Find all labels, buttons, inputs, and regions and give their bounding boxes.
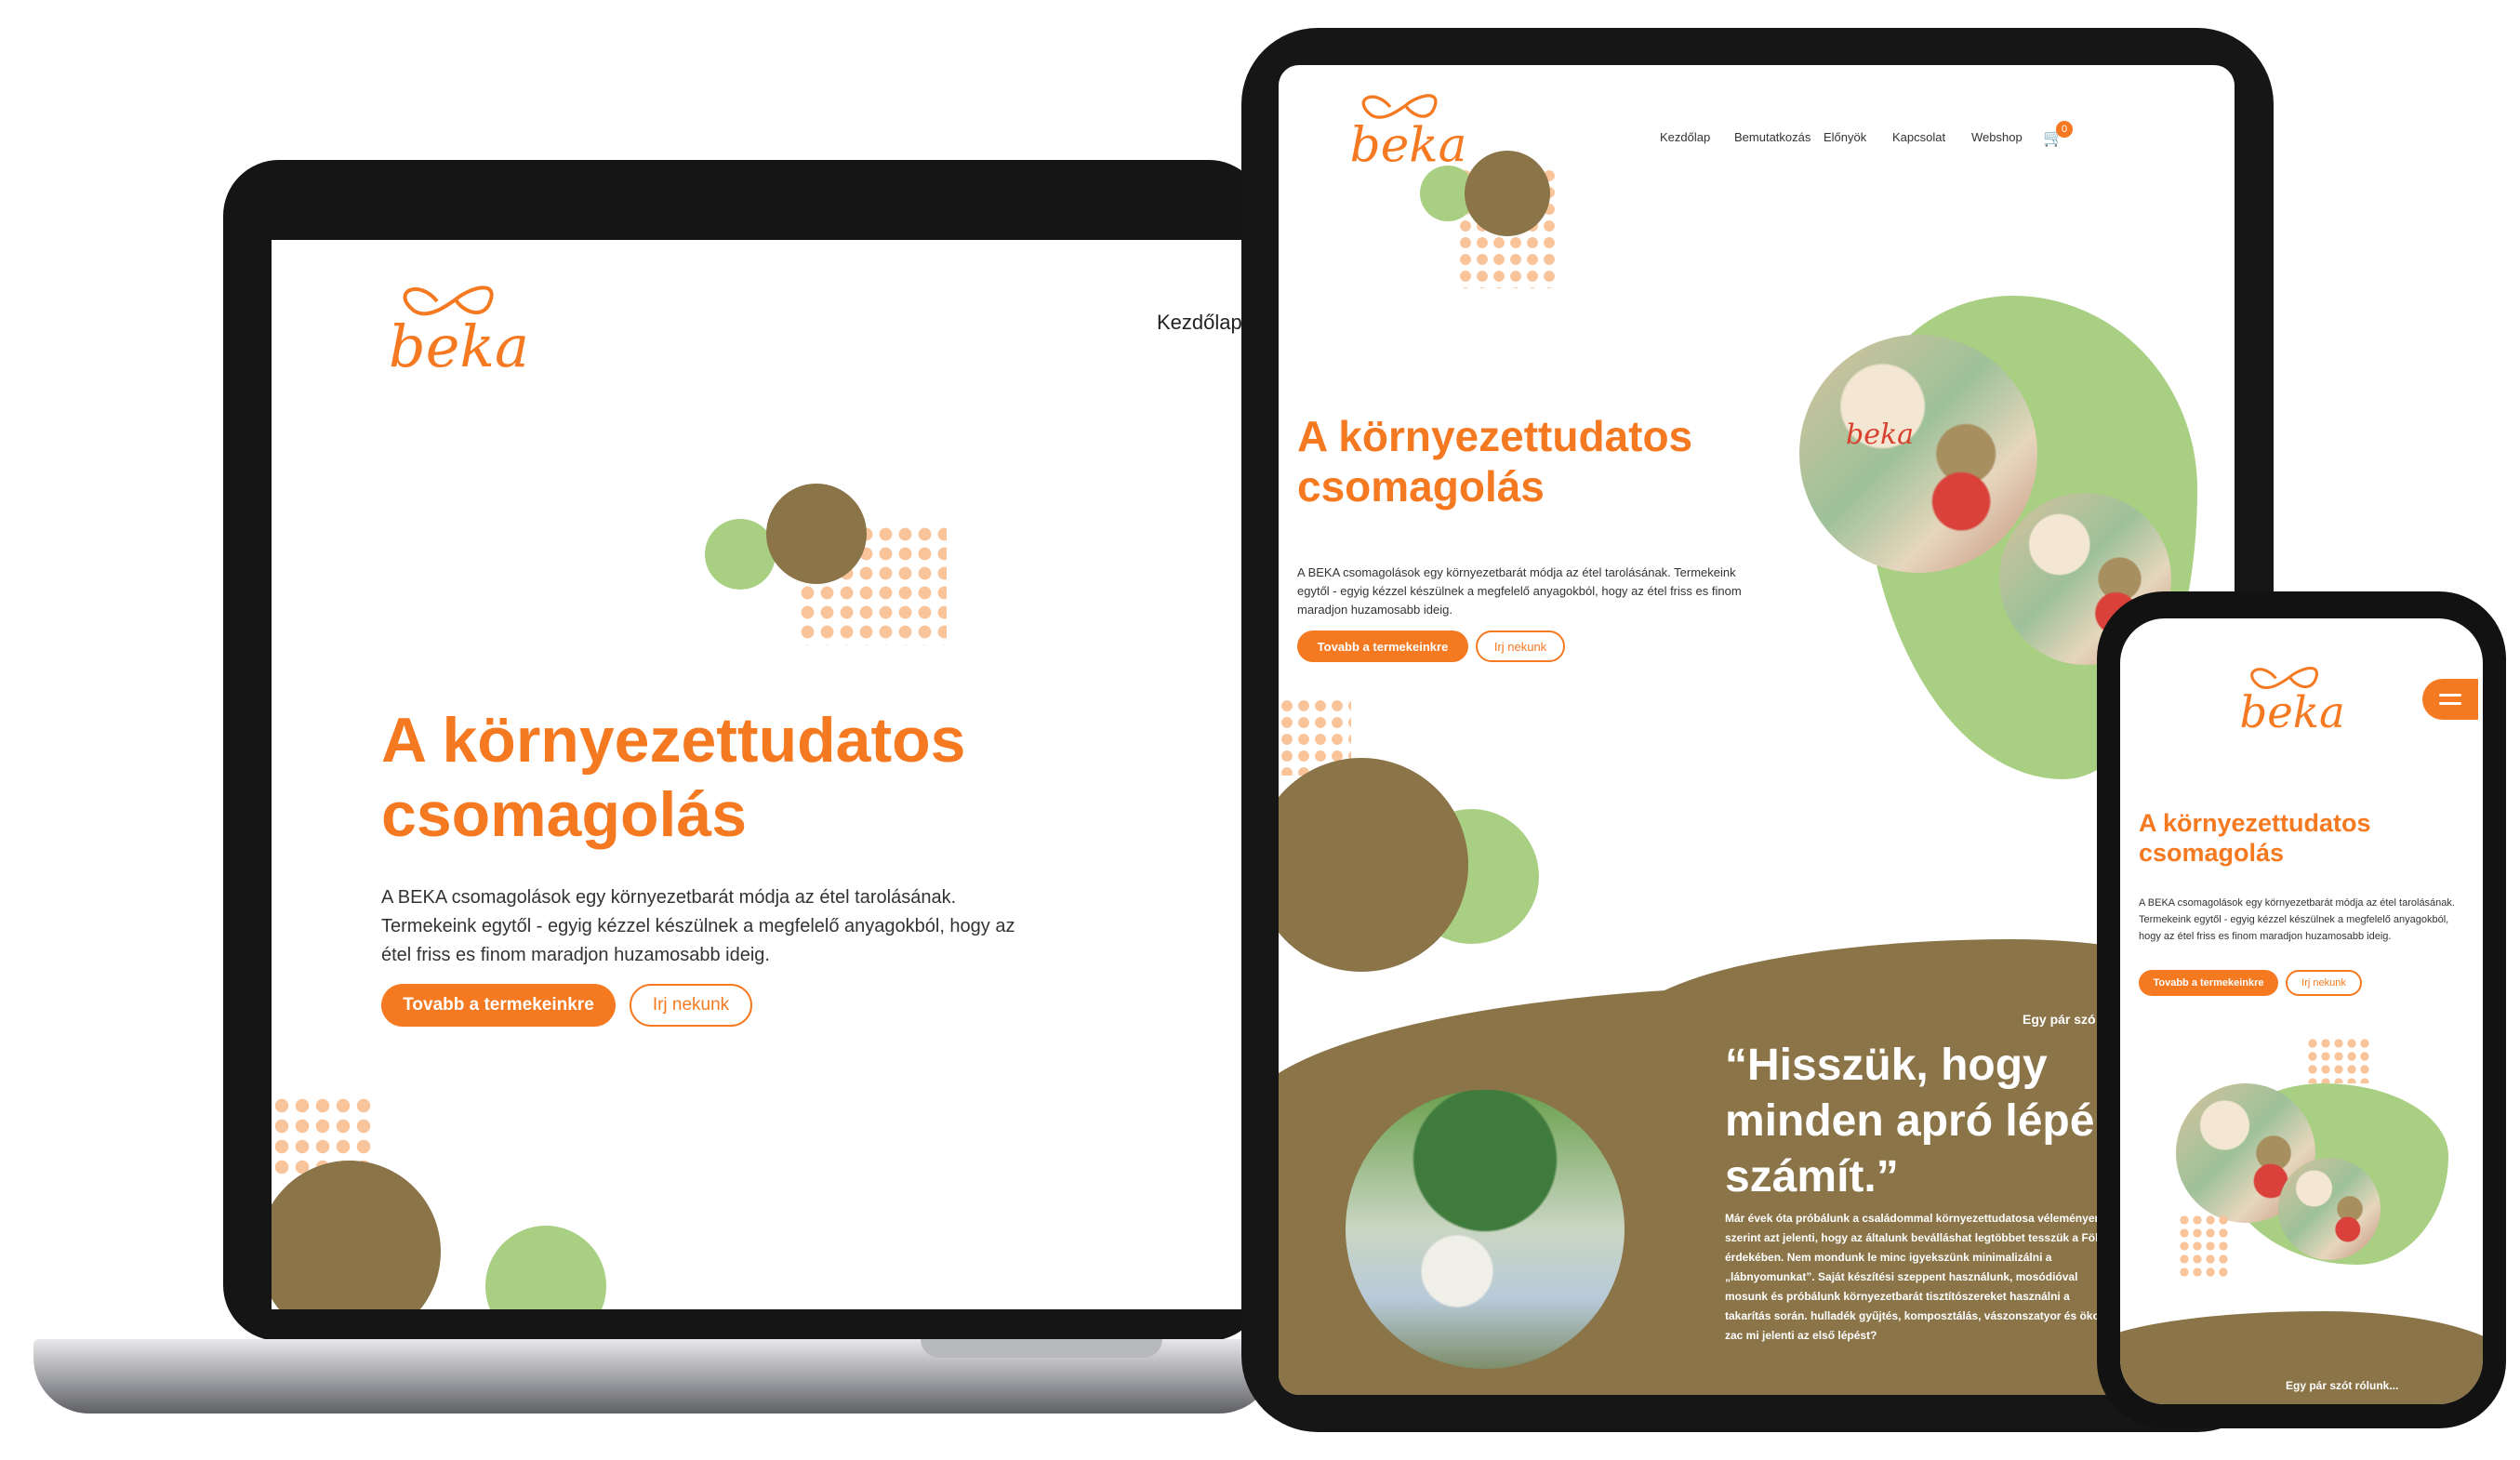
beka-logo[interactable]: beka [2232,657,2362,741]
nav-item-webshop[interactable]: Webshop [1971,130,2023,144]
beka-logo[interactable]: beka [381,273,549,385]
nav-item-home[interactable]: Kezdőlap [1157,311,1242,335]
about-label: Egy pár szót rólunk... [2286,1379,2399,1392]
decor-brown-circle [1465,151,1550,236]
menu-icon[interactable] [2422,679,2478,720]
nav-item-home[interactable]: Kezdőlap [1660,130,1710,144]
beka-logo[interactable]: beka [1344,84,1483,177]
decor-green-circle [705,519,776,590]
hero-description: A BEKA csomagolások egy környezetbarát m… [381,887,1015,965]
decor-dots [2306,1037,2371,1083]
nav-item-benefits[interactable]: Előnyök [1824,130,1866,144]
decor-brown-circle [766,484,867,584]
decor-green-circle-bottom [485,1226,606,1309]
beka-logo-icon: beka [2240,667,2345,737]
about-quote: “Hisszük, hogy minden apró lépé számít.” [1725,1041,2095,1201]
beka-logo-icon: beka [1350,94,1466,173]
decor-brown-circle-left [1279,758,1468,972]
products-button[interactable]: Tovabb a termekeinkre [1297,630,1468,662]
hero-description: A BEKA csomagolások egy környezetbarát m… [1297,565,1742,617]
nav-item-contact[interactable]: Kapcsolat [1892,130,1945,144]
hero-title: A környezettudatos csomagolás [2139,809,2371,867]
laptop-screen: beka Kezdőlap A környezettudatos csomago… [272,240,1285,1309]
about-text: Már évek óta próbálunk a családommal kör… [1725,1212,2105,1342]
products-button[interactable]: Tovabb a termekeinkre [2139,970,2278,996]
hero-title: A környezettudatos csomagolás [381,705,966,851]
about-label: Egy pár szó [2023,1012,2096,1027]
market-photo [1346,1090,1625,1369]
hero-description: A BEKA csomagolások egy környezetbarát m… [2139,897,2455,942]
nav-item-about[interactable]: Bemutatkozás [1734,130,1810,144]
contact-button[interactable]: Irj nekunk [1476,630,1565,662]
products-button[interactable]: Tovabb a termekeinkre [381,984,616,1027]
hero-title: A környezettudatos csomagolás [1297,412,1693,511]
phone-screen: beka A környezettudatos csomagolás A BEK… [2120,618,2483,1404]
beka-logo-icon: beka [389,285,529,380]
product-photo-2 [2278,1158,2381,1260]
svg-text:beka: beka [389,312,529,380]
laptop-notch [921,1339,1162,1358]
decor-brown-circle-bottom [272,1161,441,1309]
svg-text:beka: beka [2240,687,2345,737]
contact-button[interactable]: Irj nekunk [2286,970,2362,996]
decor-dots-lower [2178,1214,2230,1279]
product-label-stamp: beka [1846,418,1915,451]
product-photo-1 [1799,335,2037,573]
tablet-screen: beka Kezdőlap Bemutatkozás Előnyök Kapcs… [1279,65,2235,1395]
contact-button[interactable]: Irj nekunk [630,984,752,1027]
cart-count-badge: 0 [2056,121,2073,138]
